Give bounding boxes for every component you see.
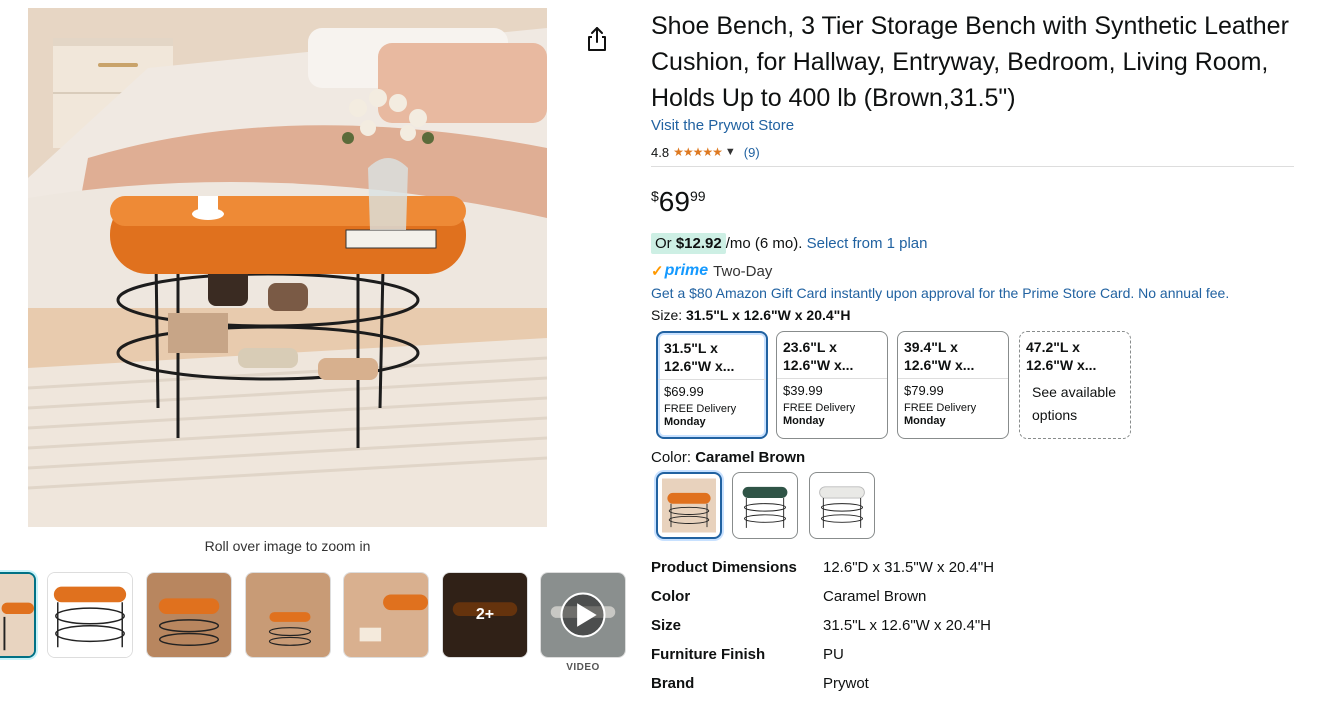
size-label-prefix: Size: xyxy=(651,307,687,323)
color-label: Color: Caramel Brown xyxy=(651,449,805,466)
thumbnail-3[interactable] xyxy=(146,572,232,658)
select-plan-link[interactable]: Select from 1 plan xyxy=(807,235,928,252)
color-swatch-caramel-brown[interactable] xyxy=(656,472,722,539)
gift-card-offer-link[interactable]: Get a $80 Amazon Gift Card instantly upo… xyxy=(651,285,1229,301)
spec-value: 31.5"L x 12.6"W x 20.4"H xyxy=(823,617,992,634)
size-option-31-5[interactable]: 31.5"L x 12.6"W x... $69.99 FREE Deliver… xyxy=(656,331,768,439)
product-specs-table: Product Dimensions 12.6"D x 31.5"W x 20.… xyxy=(651,556,1251,701)
spec-key: Brand xyxy=(651,675,695,692)
size-option-delivery: FREE Delivery xyxy=(904,402,977,414)
size-option-name: 47.2"L x 12.6"W x... xyxy=(1026,339,1097,373)
prime-check-icon: ✓ xyxy=(651,263,664,280)
size-option-availability: See available options xyxy=(1032,384,1117,423)
spec-row: Brand Prywot xyxy=(651,672,1251,701)
spec-value: Caramel Brown xyxy=(823,588,927,605)
spec-key: Size xyxy=(651,617,682,634)
monthly-payment: Or $12.92/mo (6 mo). Select from 1 plan xyxy=(651,232,928,254)
main-product-image[interactable] xyxy=(28,8,547,527)
size-option-name: 31.5"L x 12.6"W x... xyxy=(664,340,735,374)
product-title: Shoe Bench, 3 Tier Storage Bench with Sy… xyxy=(651,12,1289,112)
size-label: Size: 31.5"L x 12.6"W x 20.4"H xyxy=(651,307,850,323)
prime-badge: ✓ prime Two-Day xyxy=(651,261,772,281)
spec-key: Color xyxy=(651,588,691,605)
size-selected: 31.5"L x 12.6"W x 20.4"H xyxy=(686,307,851,323)
thumbnail-strip: 2+ VIDEO xyxy=(0,570,640,673)
rating-stars-icon[interactable]: ★★★★★ xyxy=(673,145,723,159)
spec-row: Furniture Finish PU xyxy=(651,643,1251,672)
size-option-47-2[interactable]: 47.2"L x 12.6"W x... See available optio… xyxy=(1019,331,1131,439)
rating-row: 4.8 ★★★★★ ▼ (9) xyxy=(651,143,760,161)
thumbnail-1[interactable] xyxy=(0,572,36,658)
size-option-delivery-day: Monday xyxy=(904,415,946,427)
monthly-suffix: /mo (6 mo). xyxy=(725,234,807,252)
thumbnail-4[interactable] xyxy=(245,572,331,658)
size-option-delivery: FREE Delivery xyxy=(783,402,856,414)
thumbnail-5[interactable] xyxy=(343,572,429,658)
monthly-prefix: Or xyxy=(655,234,676,252)
price-fraction: 99 xyxy=(689,188,706,204)
size-option-price: $79.99 xyxy=(904,383,944,398)
size-option-price: $69.99 xyxy=(664,384,704,399)
size-option-divider xyxy=(898,378,1008,379)
thumbnail-video[interactable] xyxy=(540,572,626,658)
prime-delivery: Two-Day xyxy=(713,262,773,280)
prime-logo: prime xyxy=(664,262,709,279)
chevron-down-icon[interactable]: ▼ xyxy=(725,146,736,158)
divider xyxy=(651,166,1294,167)
store-link[interactable]: Visit the Prywot Store xyxy=(651,117,794,134)
size-option-price: $39.99 xyxy=(783,383,823,398)
price-symbol: $ xyxy=(651,188,659,204)
color-swatch-green[interactable] xyxy=(732,472,798,539)
spec-row: Size 31.5"L x 12.6"W x 20.4"H xyxy=(651,614,1251,643)
color-label-prefix: Color: xyxy=(651,449,696,466)
size-option-23-6[interactable]: 23.6"L x 12.6"W x... $39.99 FREE Deliver… xyxy=(776,331,888,439)
price: $ 69 99 xyxy=(651,184,706,220)
video-label: VIDEO xyxy=(566,662,600,673)
zoom-hint: Roll over image to zoom in xyxy=(204,538,371,554)
rating-value: 4.8 xyxy=(651,144,670,160)
monthly-amount: $12.92 xyxy=(675,234,722,252)
size-option-name: 39.4"L x 12.6"W x... xyxy=(904,339,975,373)
spec-row: Product Dimensions 12.6"D x 31.5"W x 20.… xyxy=(651,556,1251,585)
spec-value: PU xyxy=(823,646,844,663)
price-whole: 69 xyxy=(658,186,690,217)
thumbnail-2[interactable] xyxy=(47,572,133,658)
share-icon[interactable] xyxy=(585,26,609,52)
size-option-divider xyxy=(777,378,887,379)
spec-value: Prywot xyxy=(823,675,869,692)
size-option-name: 23.6"L x 12.6"W x... xyxy=(783,339,854,373)
size-option-delivery-day: Monday xyxy=(664,416,706,428)
more-images-count: 2+ xyxy=(443,573,527,657)
size-option-39-4[interactable]: 39.4"L x 12.6"W x... $79.99 FREE Deliver… xyxy=(897,331,1009,439)
spec-key: Product Dimensions xyxy=(651,559,797,576)
spec-value: 12.6"D x 31.5"W x 20.4"H xyxy=(823,559,995,576)
color-selected: Caramel Brown xyxy=(695,449,806,466)
color-swatch-white[interactable] xyxy=(809,472,875,539)
rating-count-link[interactable]: (9) xyxy=(744,145,760,160)
size-option-delivery-day: Monday xyxy=(783,415,825,427)
spec-key: Furniture Finish xyxy=(651,646,766,663)
spec-row: Color Caramel Brown xyxy=(651,585,1251,614)
size-option-divider xyxy=(658,379,766,380)
size-option-delivery: FREE Delivery xyxy=(664,403,737,415)
monthly-pill: Or $12.92 xyxy=(651,232,726,254)
thumbnail-more[interactable]: 2+ xyxy=(442,572,528,658)
